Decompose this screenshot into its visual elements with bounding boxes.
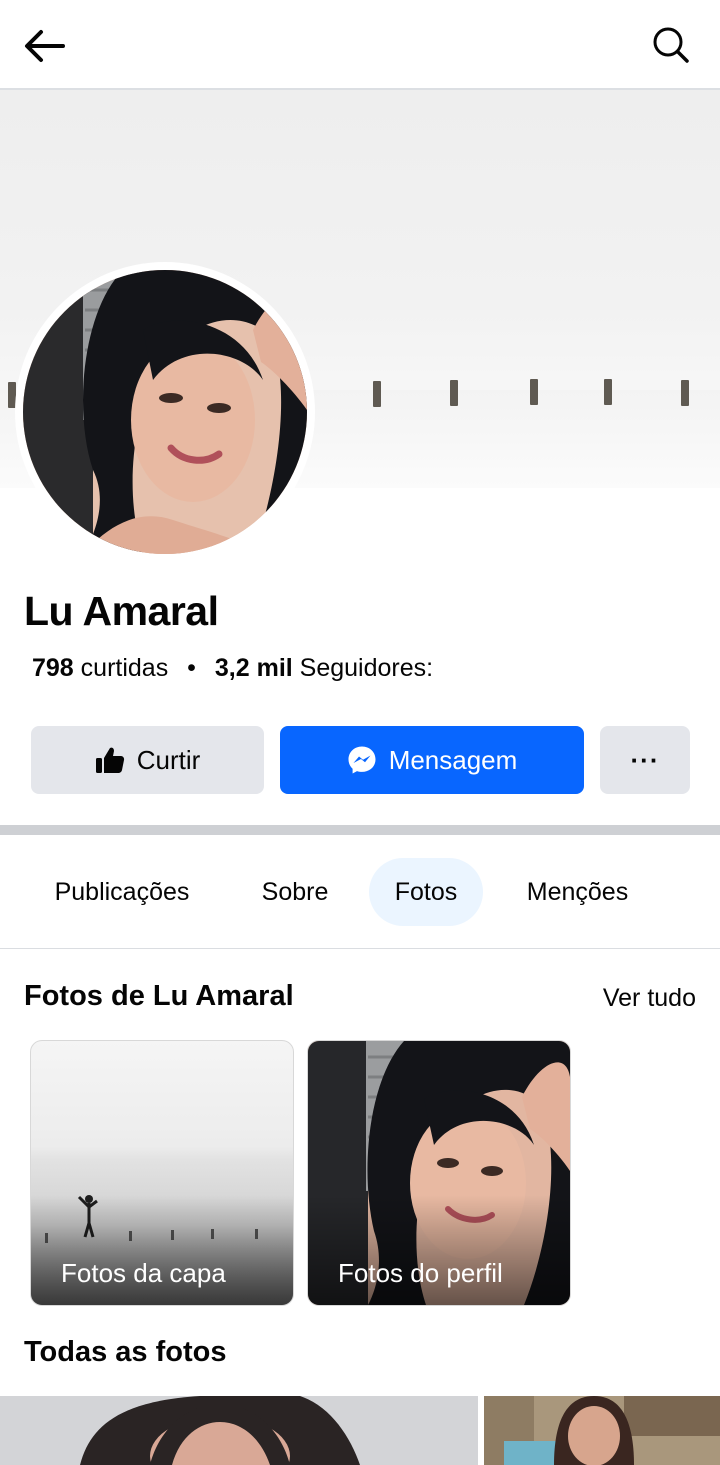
likes-label: curtidas	[80, 654, 169, 682]
section-divider	[0, 825, 720, 835]
top-bar	[0, 0, 720, 90]
followers-count[interactable]: 3,2 mil	[215, 654, 293, 682]
album-cover-photos[interactable]: Fotos da capa	[30, 1040, 294, 1306]
cover-post	[681, 380, 689, 406]
thumbs-up-icon	[95, 747, 124, 773]
photo-thumbnail[interactable]	[0, 1396, 478, 1465]
arrow-left-icon	[25, 30, 65, 62]
search-button[interactable]	[646, 20, 696, 70]
tab-fotos[interactable]: Fotos	[369, 858, 483, 926]
stats-separator: •	[187, 654, 196, 682]
back-button[interactable]	[20, 22, 68, 70]
photos-section-title: Fotos de Lu Amaral	[24, 980, 294, 1012]
likes-count: 798	[32, 654, 74, 682]
message-button[interactable]: Mensagem	[280, 726, 584, 794]
tab-mencoes[interactable]: Menções	[500, 858, 655, 926]
page-title: Lu Amaral	[24, 588, 219, 634]
profile-tabs: Publicações Sobre Fotos Menções	[0, 856, 720, 928]
like-button-label: Curtir	[136, 744, 201, 775]
tab-publicacoes[interactable]: Publicações	[26, 858, 218, 926]
tab-sobre[interactable]: Sobre	[238, 858, 352, 926]
avatar-image	[23, 270, 307, 554]
album-profile-label: Fotos do perfil	[338, 1258, 503, 1288]
cover-post	[604, 379, 612, 405]
photo-thumbnail-image	[0, 1396, 478, 1465]
album-cover-label: Fotos da capa	[61, 1258, 226, 1288]
message-button-label: Mensagem	[388, 744, 518, 775]
search-icon	[653, 27, 689, 63]
profile-stats: 798 curtidas • 3,2 mil Seguidores:	[32, 654, 433, 683]
more-icon: ···	[630, 744, 660, 775]
cover-post	[373, 381, 381, 407]
photo-thumbnail-image	[484, 1396, 720, 1465]
photo-thumbnail[interactable]	[484, 1396, 720, 1465]
see-all-link[interactable]: Ver tudo	[603, 984, 696, 1013]
cover-post	[450, 380, 458, 406]
more-options-button[interactable]: ···	[600, 726, 690, 794]
followers-label[interactable]: Seguidores:	[300, 654, 433, 682]
all-photos-title: Todas as fotos	[24, 1336, 227, 1368]
like-button[interactable]: Curtir	[31, 726, 264, 794]
album-profile-photos[interactable]: Fotos do perfil	[307, 1040, 571, 1306]
cover-post	[530, 379, 538, 405]
avatar[interactable]	[23, 270, 307, 554]
tabs-divider	[0, 948, 720, 949]
messenger-icon	[348, 746, 376, 774]
